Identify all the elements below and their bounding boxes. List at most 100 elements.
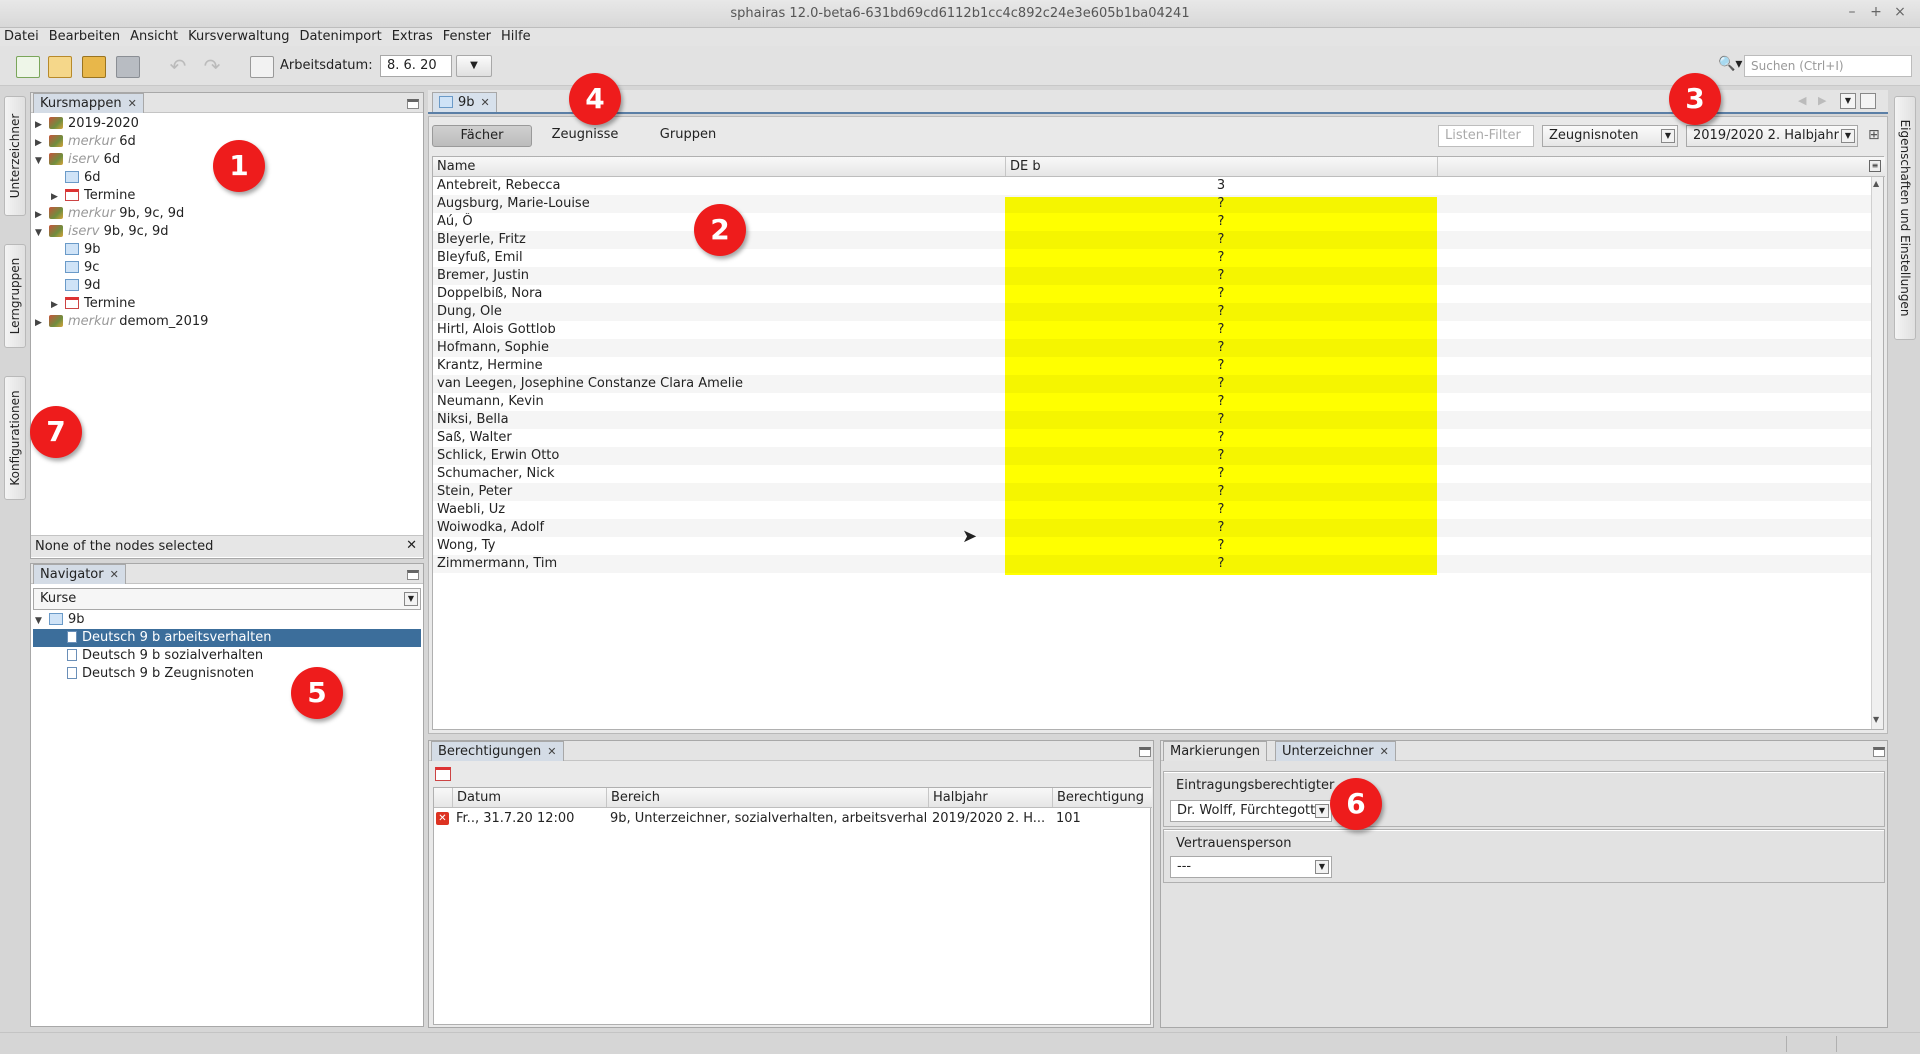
grade-cell[interactable]: ? — [1005, 501, 1437, 519]
student-name[interactable]: van Leegen, Josephine Constanze Clara Am… — [437, 375, 997, 393]
tree-item[interactable]: ▼ iserv 9b, 9c, 9d — [35, 223, 169, 241]
col-header-datum[interactable]: Datum — [452, 788, 501, 807]
col-header-name[interactable]: Name — [437, 157, 475, 176]
menu-kursverwaltung[interactable]: Kursverwaltung — [188, 28, 289, 46]
tab-kursmappen[interactable]: Kursmappen ✕ — [33, 93, 144, 113]
expand-icon[interactable]: ▶ — [35, 116, 49, 134]
student-name[interactable]: Hirtl, Alois Gottlob — [437, 321, 997, 339]
close-icon[interactable]: ✕ — [128, 97, 137, 110]
grade-cell[interactable]: ? — [1005, 303, 1437, 321]
undo-icon[interactable]: ↶ — [166, 56, 190, 78]
grade-cell[interactable]: ? — [1005, 213, 1437, 231]
menu-fenster[interactable]: Fenster — [443, 28, 491, 46]
vtab-eigenschaften[interactable]: Eigenschaften und Einstellungen — [1894, 96, 1916, 340]
expand-icon[interactable]: ▶ — [51, 188, 65, 206]
tab-unterzeichner[interactable]: Unterzeichner ✕ — [1275, 741, 1396, 761]
vtab-konfigurationen[interactable]: Konfigurationen — [4, 376, 26, 500]
student-name[interactable]: Bremer, Justin — [437, 267, 997, 285]
tree-item[interactable]: ▶ merkur demom_2019 — [35, 313, 208, 331]
grade-cell[interactable]: 3 — [1005, 177, 1437, 195]
vertrauensperson-select[interactable]: --- ▼ — [1170, 856, 1332, 878]
menu-datei[interactable]: Datei — [4, 28, 39, 46]
collapse-icon[interactable]: ▼ — [35, 612, 49, 630]
grade-type-select[interactable]: Zeugnisnoten ▼ — [1542, 125, 1678, 147]
permission-halbjahr[interactable]: 2019/2020 2. H... — [932, 810, 1052, 828]
student-name[interactable]: Schumacher, Nick — [437, 465, 997, 483]
grade-cell[interactable]: ? — [1005, 483, 1437, 501]
expand-icon[interactable]: ▶ — [51, 296, 65, 314]
close-icon[interactable]: ✕ — [110, 568, 119, 581]
menu-datenimport[interactable]: Datenimport — [299, 28, 381, 46]
expand-icon[interactable]: ▶ — [35, 134, 49, 152]
navigator-item[interactable]: Deutsch 9 b sozialverhalten — [67, 647, 263, 665]
close-icon[interactable]: ✕ — [1380, 745, 1389, 758]
col-header-halbjahr[interactable]: Halbjahr — [928, 788, 988, 807]
student-name[interactable]: Krantz, Hermine — [437, 357, 997, 375]
tree-item[interactable]: ▶ Termine — [51, 295, 135, 313]
permission-bereich[interactable]: 9b, Unterzeichner, sozialverhalten, arbe… — [610, 810, 926, 828]
grade-cell[interactable]: ? — [1005, 447, 1437, 465]
navigator-item[interactable]: Deutsch 9 b Zeugnisnoten — [67, 665, 254, 683]
student-name[interactable]: Zimmermann, Tim — [437, 555, 997, 573]
col-header-grade[interactable]: DE b — [1005, 157, 1437, 176]
search-input[interactable]: Suchen (Ctrl+I) — [1744, 55, 1912, 77]
expand-icon[interactable]: ▶ — [35, 206, 49, 224]
new-icon[interactable] — [16, 56, 40, 78]
minimize-panel-icon[interactable] — [407, 99, 419, 109]
close-icon[interactable]: × — [1890, 4, 1910, 20]
student-name[interactable]: Stein, Peter — [437, 483, 997, 501]
date-input[interactable]: 8. 6. 20 — [380, 55, 452, 77]
collapse-icon[interactable]: ▼ — [35, 152, 49, 170]
grade-cell[interactable]: ? — [1005, 231, 1437, 249]
student-name[interactable]: Saß, Walter — [437, 429, 997, 447]
close-icon[interactable]: ✕ — [547, 745, 556, 758]
grade-cell[interactable]: ? — [1005, 285, 1437, 303]
student-name[interactable]: Waebli, Uz — [437, 501, 997, 519]
add-permission-icon[interactable] — [435, 767, 451, 781]
grade-cell[interactable]: ? — [1005, 339, 1437, 357]
tree-item[interactable]: 6d — [65, 169, 101, 187]
search-icon[interactable]: 🔍▾ — [1718, 56, 1742, 72]
grade-cell[interactable]: ? — [1005, 537, 1437, 555]
collapse-icon[interactable]: ▼ — [35, 224, 49, 242]
minimize-panel-icon[interactable] — [1139, 747, 1151, 757]
term-select[interactable]: 2019/2020 2. Halbjahr ▼ — [1686, 125, 1858, 147]
save-icon[interactable] — [116, 56, 140, 78]
tree-item[interactable]: ▶ merkur 9b, 9c, 9d — [35, 205, 184, 223]
minimize-icon[interactable]: – — [1842, 4, 1862, 20]
close-icon[interactable]: ✕ — [406, 538, 417, 553]
vtab-lerngruppen[interactable]: Lerngruppen — [4, 244, 26, 348]
scroll-up-icon[interactable]: ▲ — [1873, 179, 1879, 188]
open-folder-icon[interactable] — [82, 56, 106, 78]
grade-cell[interactable]: ? — [1005, 375, 1437, 393]
tree-item[interactable]: 9d — [65, 277, 101, 295]
grade-cell[interactable]: ? — [1005, 249, 1437, 267]
grade-cell[interactable]: ? — [1005, 429, 1437, 447]
menu-bearbeiten[interactable]: Bearbeiten — [49, 28, 120, 46]
grade-cell[interactable]: ? — [1005, 267, 1437, 285]
delete-icon[interactable]: ✕ — [436, 812, 449, 825]
student-name[interactable]: Doppelbiß, Nora — [437, 285, 997, 303]
grade-cell[interactable]: ? — [1005, 357, 1437, 375]
tree-item[interactable]: 9c — [65, 259, 99, 277]
col-header-bereich[interactable]: Bereich — [606, 788, 660, 807]
tree-item[interactable]: ▶ merkur 6d — [35, 133, 136, 151]
scroll-left-icon[interactable]: ◀ — [1798, 94, 1806, 107]
minimize-panel-icon[interactable] — [1873, 747, 1885, 757]
maximize-icon[interactable]: + — [1866, 4, 1886, 20]
vtab-unterzeichner[interactable]: Unterzeichner — [4, 96, 26, 216]
tab-navigator[interactable]: Navigator ✕ — [33, 564, 126, 584]
student-name[interactable]: Hofmann, Sophie — [437, 339, 997, 357]
table-scrollbar[interactable]: ▲ ▼ — [1871, 177, 1883, 729]
tree-item[interactable]: ▼ iserv 6d — [35, 151, 120, 169]
maximize-window-icon[interactable] — [1860, 93, 1876, 109]
grade-cell[interactable]: ? — [1005, 555, 1437, 573]
list-filter-input[interactable]: Listen-Filter — [1438, 125, 1534, 147]
tree-item[interactable]: ▼ 9b — [35, 611, 85, 629]
grade-cell[interactable]: ? — [1005, 393, 1437, 411]
permission-berechtigung[interactable]: 101 — [1056, 810, 1146, 828]
tab-berechtigungen[interactable]: Berechtigungen ✕ — [431, 741, 564, 761]
table-options-icon[interactable]: ≡ — [1869, 160, 1881, 172]
student-name[interactable]: Woiwodka, Adolf — [437, 519, 997, 537]
grade-cell[interactable]: ? — [1005, 465, 1437, 483]
